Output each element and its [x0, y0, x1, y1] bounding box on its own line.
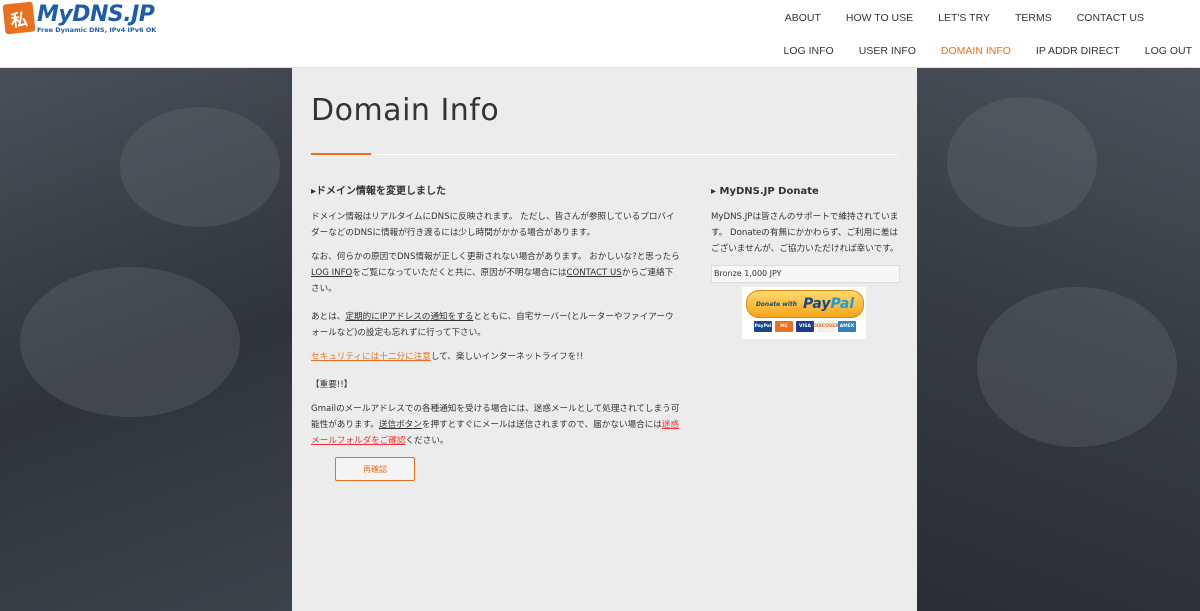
notice-heading: ▸ドメイン情報を変更しました — [311, 186, 447, 197]
main-content: Domain Info ▸ドメイン情報を変更しました ドメイン情報はリアルタイム… — [292, 67, 917, 611]
log-info-link[interactable]: LOG INFO — [311, 268, 352, 278]
nav-user-info[interactable]: USER INFO — [859, 45, 916, 57]
notice-column: ▸ドメイン情報を変更しました ドメイン情報はリアルタイムにDNSに反映されます。… — [311, 184, 681, 457]
paypal-donate-button[interactable]: Donate with PayPal PayPal MC VISA DISCOV… — [742, 287, 866, 339]
donate-text: MyDNS.JPは皆さんのサポートで維持されています。 Donateの有無にかか… — [711, 212, 899, 254]
paypal-card-icon: PayPal — [754, 321, 772, 332]
nav-terms[interactable]: TERMS — [1015, 12, 1052, 24]
logo-tagline: Free Dynamic DNS, IPv4 IPv6 OK — [37, 26, 157, 34]
nav-row-top: ABOUT HOW TO USE LET'S TRY TERMS CONTACT… — [760, 12, 1144, 24]
security-link[interactable]: セキュリティには十二分に注意 — [311, 352, 431, 362]
nav-row-bottom: LOG INFO USER INFO DOMAIN INFO IP ADDR D… — [759, 45, 1192, 57]
title-divider — [311, 154, 898, 155]
nav-log-out[interactable]: LOG OUT — [1145, 45, 1192, 57]
nav-log-info[interactable]: LOG INFO — [784, 45, 834, 57]
ip-notify-link[interactable]: 定期的にIPアドレスの通知をする — [345, 312, 473, 322]
nav-how-to-use[interactable]: HOW TO USE — [846, 12, 913, 24]
paypal-pill: Donate with PayPal — [746, 290, 864, 318]
logo-mark-icon: 私 — [2, 1, 36, 35]
contact-us-link[interactable]: CONTACT US — [566, 268, 621, 278]
nav-about[interactable]: ABOUT — [785, 12, 821, 24]
donate-heading: ▸ MyDNS.JP Donate — [711, 186, 819, 197]
mastercard-icon: MC — [775, 321, 793, 332]
site-logo[interactable]: 私 MyDNS.JP Free Dynamic DNS, IPv4 IPv6 O… — [2, 1, 157, 37]
notice-paragraph-3: あとは、定期的にIPアドレスの通知をするとともに、自宅サーバー(とルーターやファ… — [311, 312, 674, 338]
nav-ip-addr-direct[interactable]: IP ADDR DIRECT — [1036, 45, 1120, 57]
page-title: Domain Info — [311, 93, 500, 128]
send-button-link[interactable]: 送信ボタン — [379, 420, 422, 430]
payment-cards: PayPal MC VISA DISCOVER AMEX — [754, 321, 856, 332]
visa-icon: VISA — [796, 321, 814, 332]
amex-icon: AMEX — [838, 321, 856, 332]
background-photo-left — [0, 67, 292, 611]
nav-lets-try[interactable]: LET'S TRY — [938, 12, 990, 24]
paypal-logo: PayPal — [803, 296, 855, 312]
logo-title: MyDNS.JP — [37, 2, 155, 27]
nav-contact-us[interactable]: CONTACT US — [1077, 12, 1144, 24]
notice-paragraph-1: ドメイン情報はリアルタイムにDNSに反映されます。 ただし、皆さんが参照している… — [311, 212, 675, 238]
discover-icon: DISCOVER — [813, 321, 839, 332]
notice-paragraph-6: Gmailのメールアドレスでの各種通知を受ける場合には、迷惑メールとして処理され… — [311, 404, 680, 446]
background-photo-right — [917, 67, 1200, 611]
paypal-donate-with: Donate with — [755, 300, 798, 308]
donate-column: ▸ MyDNS.JP Donate MyDNS.JPは皆さんのサポートで維持され… — [711, 184, 901, 339]
site-header: 私 MyDNS.JP Free Dynamic DNS, IPv4 IPv6 O… — [0, 0, 1200, 68]
notice-paragraph-2: なお、何らかの原因でDNS情報が正しく更新されない場合があります。 おかしいな?… — [311, 252, 680, 294]
nav-domain-info[interactable]: DOMAIN INFO — [941, 45, 1011, 57]
important-label: 【重要!!】 — [311, 380, 353, 390]
donate-amount-select[interactable]: Bronze 1,000 JPY — [711, 265, 900, 283]
reconfirm-button[interactable]: 再確認 — [335, 457, 415, 481]
notice-paragraph-4: セキュリティには十二分に注意して、楽しいインターネットライフを!! — [311, 352, 584, 362]
title-accent — [311, 153, 371, 155]
